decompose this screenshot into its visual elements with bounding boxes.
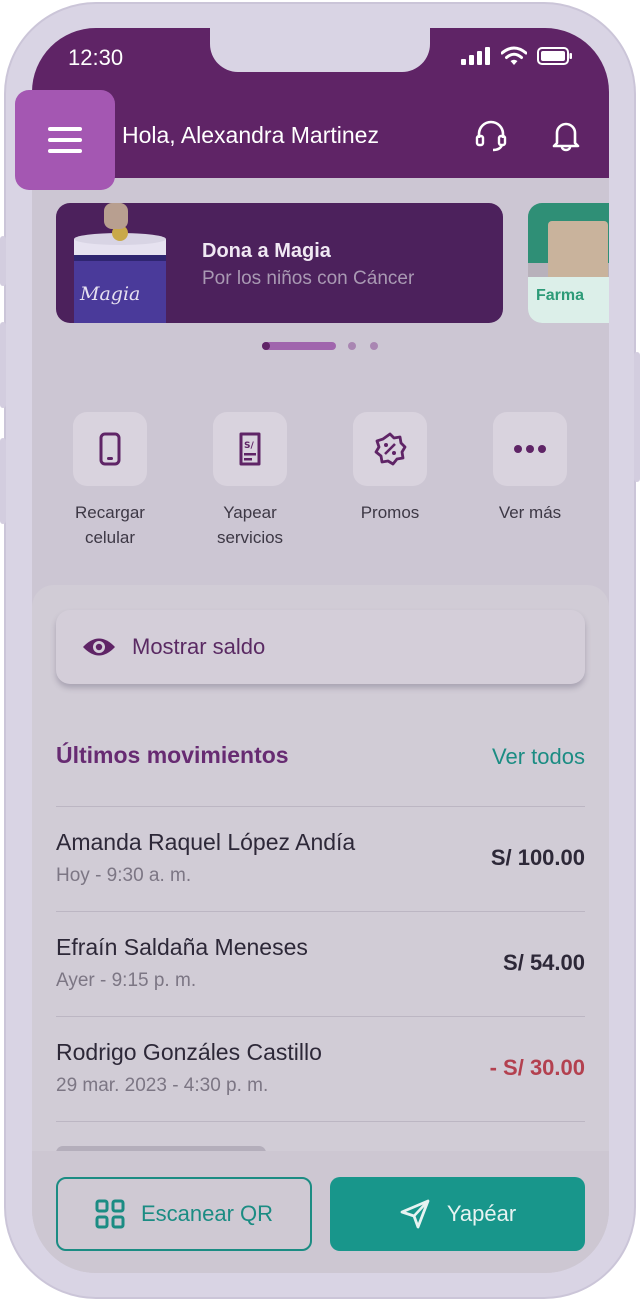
- side-button: [0, 236, 6, 286]
- eye-icon: [83, 638, 115, 656]
- shortcut-icon-box: [493, 412, 567, 486]
- shortcut-promos[interactable]: Promos: [320, 412, 460, 525]
- transaction-row[interactable]: Rodrigo Gonzáles Castillo 29 mar. 2023 -…: [56, 1016, 585, 1121]
- status-time: 12:30: [68, 45, 124, 70]
- shortcut-icon-box: S/: [213, 412, 287, 486]
- send-icon: [400, 1199, 430, 1229]
- bill-icon: S/: [239, 432, 261, 466]
- transaction-name: Efraín Saldaña Meneses: [56, 934, 308, 960]
- shortcut-label-line: Promos: [360, 503, 420, 522]
- yape-label: Yapéar: [446, 1201, 517, 1226]
- carousel-dot-active-start: [262, 342, 270, 350]
- transaction-row[interactable]: Efraín Saldaña Meneses Ayer - 9:15 p. m.…: [56, 911, 585, 1016]
- status-icons: [461, 46, 573, 66]
- shortcut-recharge[interactable]: Recargar celular: [40, 412, 180, 550]
- transaction-name: Amanda Raquel López Andía: [56, 829, 356, 855]
- donation-can-illustration: [74, 203, 166, 323]
- banner-subtitle: Por los niños con Cáncer: [202, 268, 415, 289]
- transaction-amount-negative: - S/ 30.00: [489, 1055, 585, 1080]
- bell-icon[interactable]: [549, 118, 583, 152]
- greeting-text: Hola, Alexandra Martinez: [122, 122, 379, 148]
- transaction-date: Hoy - 9:30 a. m.: [56, 865, 192, 886]
- shortcut-icon-box: [353, 412, 427, 486]
- shortcut-label-line: servicios: [216, 528, 284, 547]
- headset-icon[interactable]: [474, 118, 508, 152]
- signal-icon: [461, 47, 490, 65]
- carousel-dot[interactable]: [348, 342, 356, 350]
- product-box: [548, 221, 608, 281]
- yape-button[interactable]: Yapéar: [330, 1177, 585, 1251]
- shortcut-label: Recargar celular: [40, 500, 180, 550]
- shortcut-label: Promos: [320, 500, 460, 525]
- banner-title: Dona a Magia: [202, 240, 331, 262]
- transaction-name: Rodrigo Gonzáles Castillo: [56, 1039, 322, 1065]
- transaction-amount: S/ 54.00: [503, 950, 585, 975]
- transaction-row[interactable]: Amanda Raquel López Andía Hoy - 9:30 a. …: [56, 806, 585, 911]
- promo-banner-farma[interactable]: Farma: [528, 203, 609, 323]
- shortcut-label: Yapear servicios: [180, 500, 320, 550]
- farma-logo: Farma: [536, 287, 585, 304]
- shortcut-see-more[interactable]: Ver más: [460, 412, 600, 525]
- battery-icon: [537, 47, 572, 65]
- side-button: [0, 438, 6, 524]
- scan-qr-button[interactable]: Escanear QR: [56, 1177, 312, 1251]
- qr-icon: [95, 1199, 125, 1229]
- app-header: 12:30 Hola, Alexandra Martinez: [32, 28, 609, 178]
- shortcut-pay-services[interactable]: S/ Yapear servicios: [180, 412, 320, 550]
- phone-notch: [210, 28, 430, 72]
- hamburger-menu-button[interactable]: [15, 90, 115, 190]
- menu-icon: [48, 127, 82, 153]
- transaction-date: 29 mar. 2023 - 4:30 p. m.: [56, 1075, 269, 1096]
- carousel-indicator: [262, 342, 382, 350]
- show-balance-button[interactable]: Mostrar saldo: [56, 610, 585, 684]
- more-icon: [514, 445, 546, 453]
- side-button: [634, 352, 640, 482]
- app-screen: 12:30 Hola, Alexandra Martinez Magia Don…: [32, 28, 609, 1273]
- carousel-dot-active[interactable]: [262, 342, 336, 350]
- promo-banner-magia[interactable]: Magia Dona a Magia Por los niños con Cán…: [56, 203, 503, 323]
- magia-logo: Magia: [80, 283, 141, 305]
- carousel-dot[interactable]: [370, 342, 378, 350]
- shortcut-label: Ver más: [460, 500, 600, 525]
- discount-icon: [374, 432, 407, 466]
- svg-text:S/: S/: [244, 441, 254, 451]
- phone-icon: [99, 432, 121, 466]
- transaction-amount: S/ 100.00: [490, 845, 585, 870]
- shortcut-label-line: Recargar: [75, 503, 145, 522]
- wifi-icon: [501, 46, 527, 65]
- shortcut-icon-box: [73, 412, 147, 486]
- shortcut-label-line: celular: [84, 528, 136, 547]
- scan-qr-label: Escanear QR: [140, 1201, 274, 1226]
- shortcut-label-line: Ver más: [498, 503, 562, 522]
- see-all-link[interactable]: Ver todos: [492, 744, 585, 770]
- side-button: [0, 322, 6, 408]
- transaction-date: Ayer - 9:15 p. m.: [56, 970, 197, 991]
- show-balance-label: Mostrar saldo: [132, 634, 266, 659]
- shortcut-label-line: Yapear: [223, 503, 277, 522]
- movements-title: Últimos movimientos: [56, 742, 289, 768]
